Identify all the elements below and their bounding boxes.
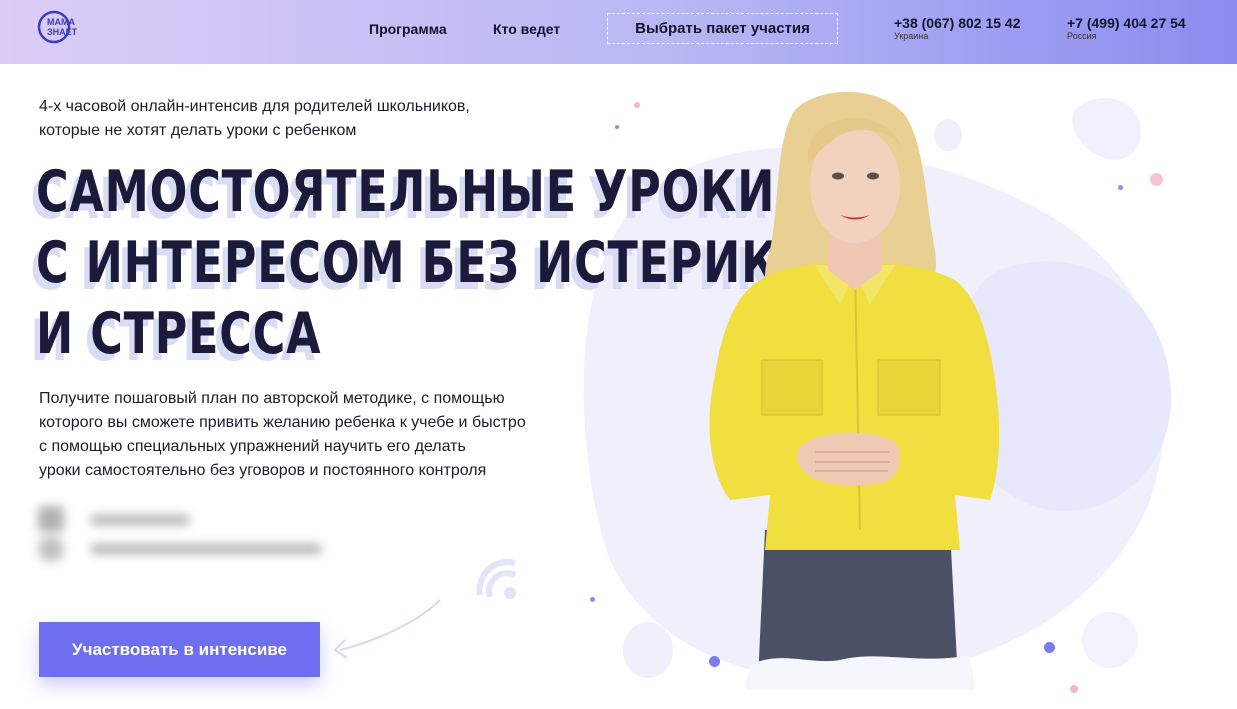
logo[interactable]: МАМА ЗНАЕТ <box>37 10 83 44</box>
decor-dot <box>1070 685 1078 693</box>
phone-number[interactable]: +38 (067) 802 15 42 <box>894 15 1021 31</box>
header-bar: МАМА ЗНАЕТ Программа Кто ведет Выбрать п… <box>0 0 1237 64</box>
subtitle-line: 4-х часовой онлайн-интенсив для родителе… <box>39 98 470 115</box>
phone-russia[interactable]: +7 (499) 404 27 54 Россия <box>1067 15 1186 41</box>
phone-country: Россия <box>1067 31 1097 41</box>
subtitle-line: которые не хотят делать уроки с ребенком <box>39 122 357 139</box>
decor-dot <box>590 597 595 602</box>
participate-button[interactable]: Участвовать в интенсиве <box>39 622 320 677</box>
choose-package-button[interactable]: Выбрать пакет участия <box>607 13 838 44</box>
description-line: с помощью специальных упражнений научить… <box>39 438 466 455</box>
description-line: которого вы сможете привить желанию ребе… <box>39 414 526 431</box>
logo-text: МАМА <box>47 17 75 27</box>
hero-subtitle: 4-х часовой онлайн-интенсив для родителе… <box>39 95 559 143</box>
phone-ukraine[interactable]: +38 (067) 802 15 42 Украина <box>894 15 1021 41</box>
decor-dot <box>615 125 619 129</box>
decor-dot <box>1044 642 1055 653</box>
nav-who-leads[interactable]: Кто ведет <box>493 21 560 37</box>
decor-dot <box>1118 185 1123 190</box>
decor-dot <box>1150 173 1163 186</box>
description-line: Получите пошаговый план по авторской мет… <box>39 390 505 407</box>
headline-line: С ИНТЕРЕСОМ БЕЗ ИСТЕРИК <box>36 230 779 296</box>
phone-country: Украина <box>894 31 929 41</box>
hero-description: Получите пошаговый план по авторской мет… <box>39 387 579 483</box>
description-line: уроки самостоятельно без уговоров и пост… <box>39 462 487 479</box>
phone-number[interactable]: +7 (499) 404 27 54 <box>1067 15 1186 31</box>
headline-line: И СТРЕССА <box>36 301 322 367</box>
hero-headline: САМОСТОЯТЕЛЬНЫЕ УРОКИ С ИНТЕРЕСОМ БЕЗ ИС… <box>36 157 779 370</box>
headline-line: САМОСТОЯТЕЛЬНЫЕ УРОКИ <box>36 159 776 225</box>
decor-dot <box>634 102 640 108</box>
nav-program[interactable]: Программа <box>369 21 447 37</box>
presenter-photo <box>709 91 1000 690</box>
svg-text:ЗНАЕТ: ЗНАЕТ <box>47 27 78 37</box>
signal-waves-icon <box>476 559 517 599</box>
